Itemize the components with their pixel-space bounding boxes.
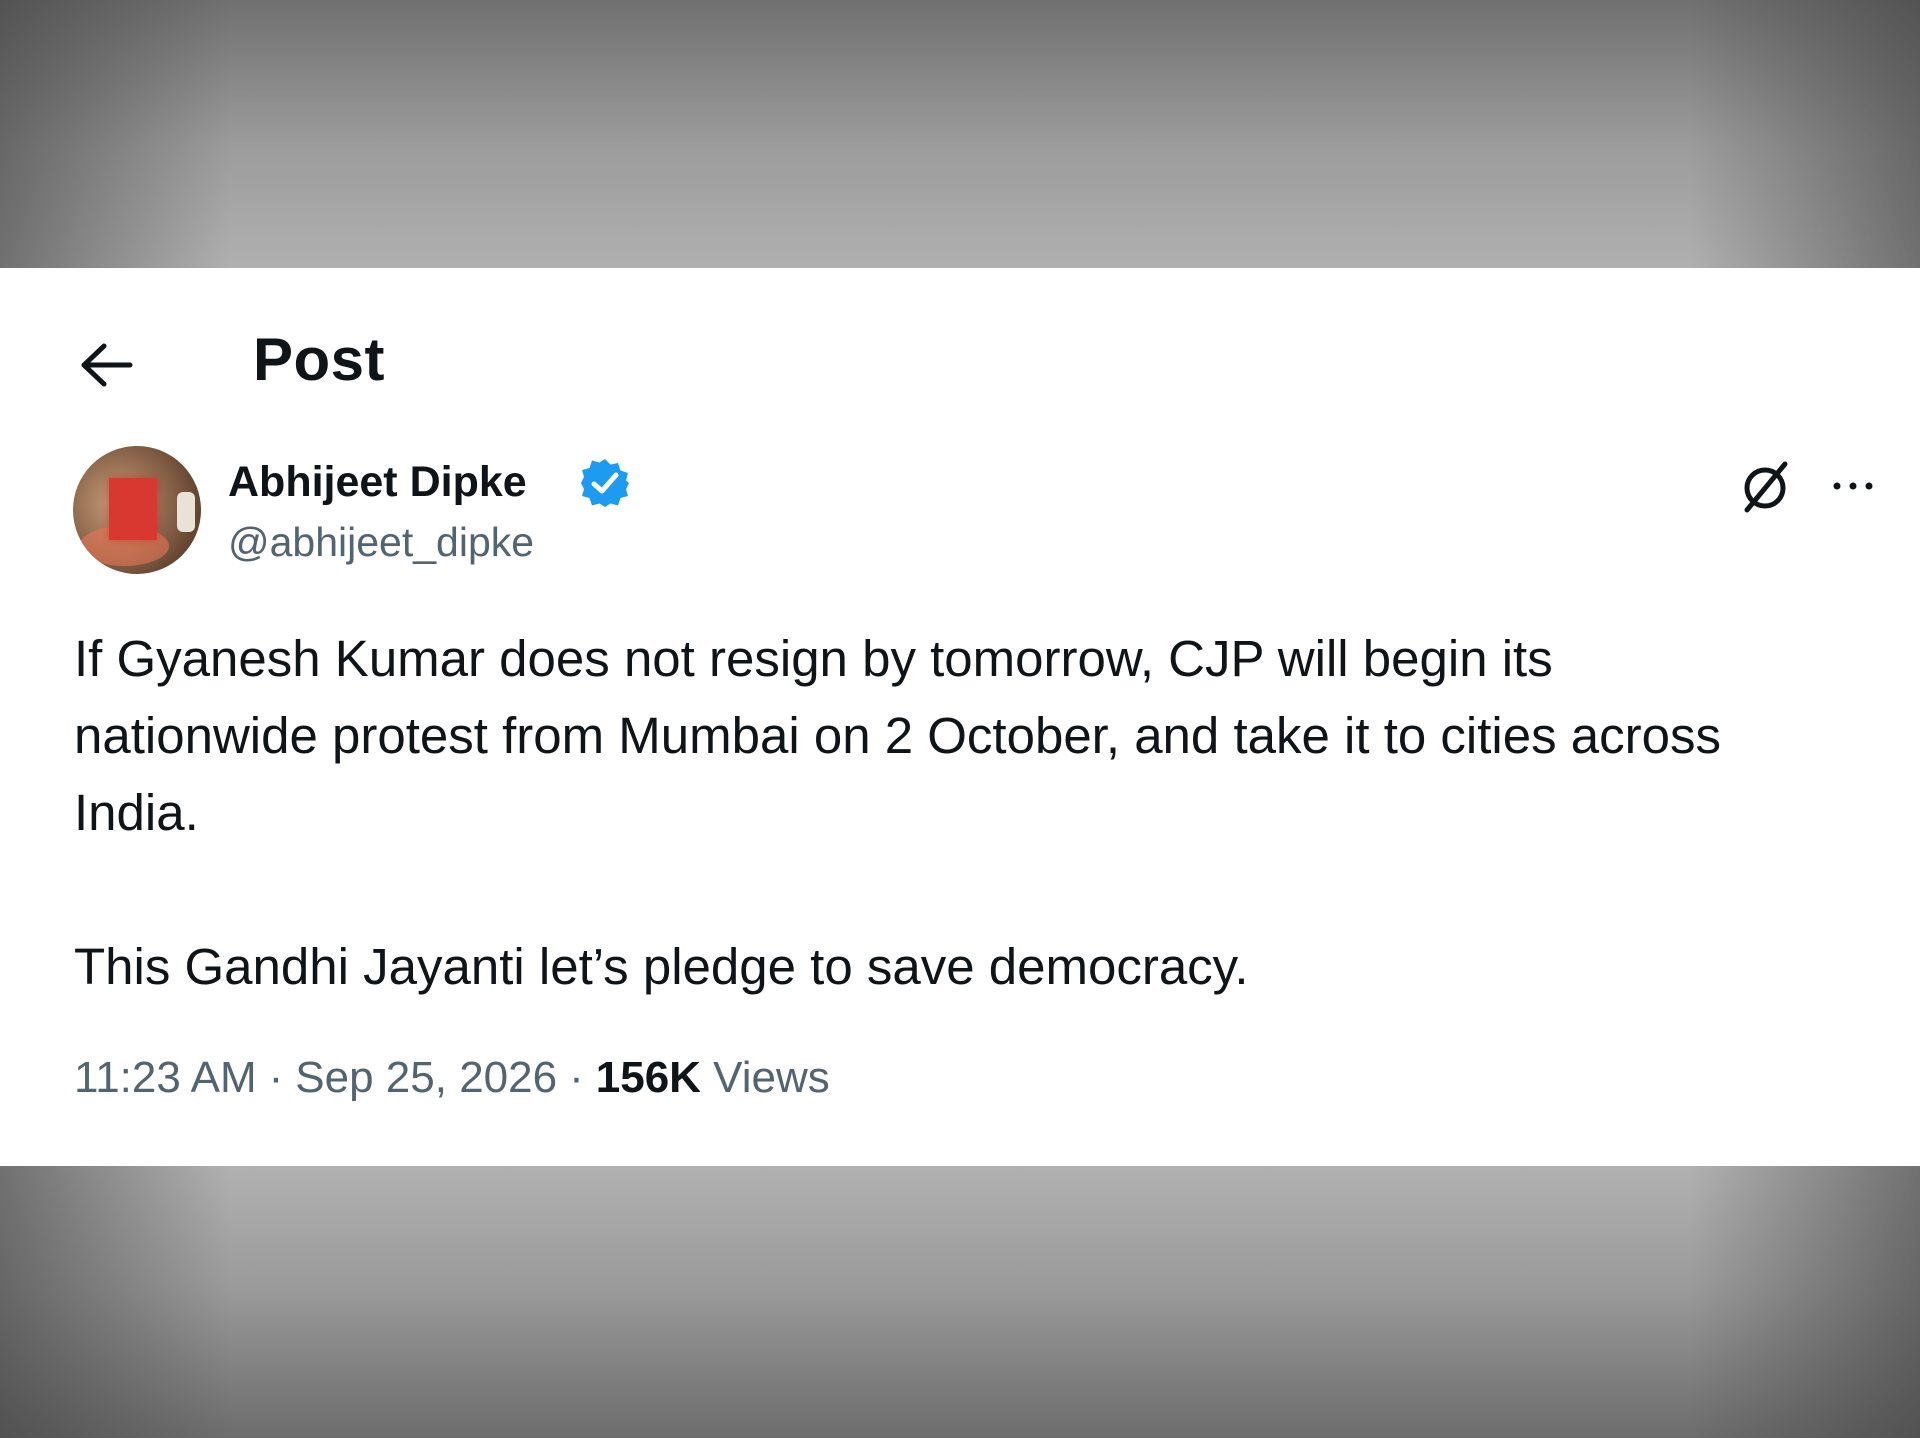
more-horizontal-icon [1833, 482, 1873, 490]
meta-separator: · [268, 1053, 284, 1102]
back-button[interactable] [72, 330, 142, 400]
post-header: Post [0, 268, 1920, 438]
author-display-name[interactable]: Abhijeet Dipke [228, 454, 527, 510]
tweet-time[interactable]: 11:23 AM [74, 1053, 257, 1102]
verified-badge-icon [581, 459, 629, 507]
tweet-date[interactable]: Sep 25, 2026 [295, 1053, 557, 1102]
tweet-paragraph: This Gandhi Jayanti let’s pledge to save… [74, 938, 1249, 995]
avatar[interactable] [73, 446, 201, 574]
page-title: Post [253, 326, 386, 393]
grok-button[interactable] [1735, 456, 1795, 516]
views-count[interactable]: 156K [596, 1053, 701, 1102]
meta-separator: · [569, 1053, 584, 1102]
arrow-left-icon [81, 343, 133, 387]
grok-icon [1744, 461, 1788, 513]
tweet-meta: 11:23 AM · Sep 25, 2026 · 156K Views [74, 1050, 830, 1106]
more-options-button[interactable] [1823, 456, 1883, 516]
author-handle[interactable]: @abhijeet_dipke [228, 516, 534, 568]
views-label: Views [713, 1053, 830, 1102]
tweet-text: If Gyanesh Kumar does not resign by tomo… [74, 620, 1774, 1005]
post-card: Post Abhijeet Dipke @abhijeet_dipke If G… [0, 268, 1920, 1166]
bottom-background [0, 1166, 1920, 1438]
tweet-paragraph: If Gyanesh Kumar does not resign by tomo… [74, 630, 1721, 841]
author-row: Abhijeet Dipke @abhijeet_dipke [0, 446, 1920, 586]
top-background [0, 0, 1920, 268]
